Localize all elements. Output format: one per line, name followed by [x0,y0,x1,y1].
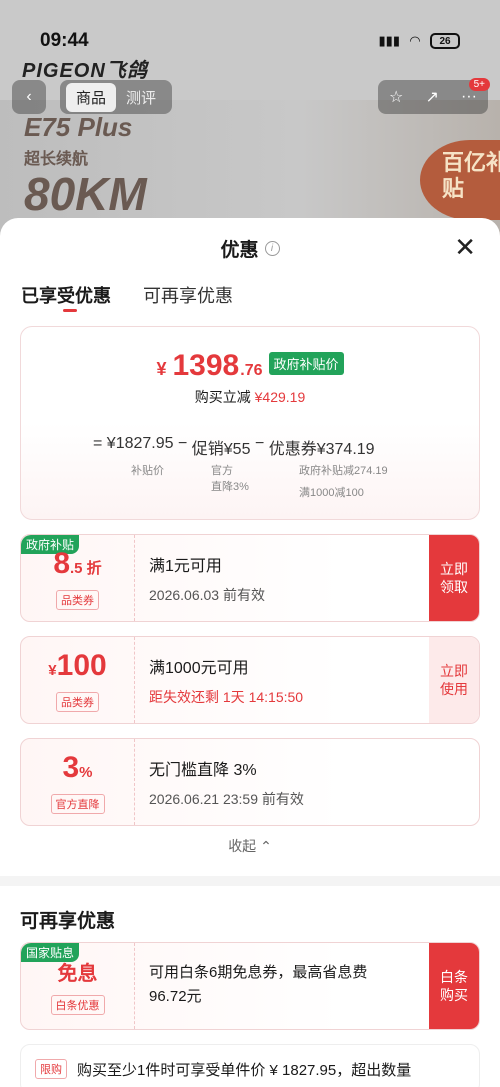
label-official-2: 直降3% [211,481,249,493]
label-gov-reduce: 政府补贴减274.19 [299,465,388,477]
installment-offer-card: 国家贴息 免息 白条优惠 可用白条6期免息券，最高省息费 96.72元 白条购买 [20,942,480,1030]
brand-logo: PIGEON飞鸽 [22,60,148,82]
reduce-value: ¥429.19 [254,389,306,405]
status-time: 09:44 [40,30,89,51]
final-price-integer: 1398 [172,349,240,382]
collapse-button[interactable]: 收起 ⌃ [0,836,500,856]
back-button[interactable]: ‹ [12,80,46,114]
tab-enjoyed[interactable]: 已享受优惠 [21,282,111,318]
promo-slogan: 超长续航 [24,151,89,168]
limit-text: 购买至少1件时可享受单件价 ¥ 1827.95，超出数量 [77,1061,412,1079]
label-full-reduce: 满1000减100 [299,487,364,499]
tab-more[interactable]: 可再享优惠 [143,282,233,318]
offer-big-value: 免息 [57,963,98,985]
offer-desc: 可用白条6期免息券，最高省息费 96.72元 [149,961,367,1009]
currency-symbol: ¥ [156,359,167,379]
favorite-star-icon[interactable]: ☆ [389,87,403,107]
baitiao-buy-button[interactable]: 白条购买 [429,943,479,1029]
coupon-countdown: 距失效还剩 1天 14:15:50 [149,689,304,705]
coupon-validity: 2026.06.03 前有效 [149,587,265,603]
tab-product[interactable]: 商品 [65,82,116,112]
battery-icon: 26 [430,33,460,49]
coupon-type-chip: 官方直降 [50,793,105,814]
coupon-value: 3% 官方直降 [21,739,135,825]
coupon-desc: 满1元可用 2026.06.03 前有效 [149,553,265,609]
final-price-decimal: .76 [240,362,263,379]
status-bar: 09:44 ▮▮▮ ◠ 26 [40,28,460,54]
claim-coupon-button[interactable]: 立即领取 [429,535,479,621]
formula-equals: = [93,435,103,452]
coupon-type-chip: 品类券 [56,691,99,712]
coupon-validity: 2026.06.21 23:59 前有效 [149,791,304,807]
sheet-title: 优惠 [220,239,259,261]
coupon-desc: 满1000元可用 距失效还剩 1天 14:15:50 [149,655,303,711]
discount-sheet: 优惠 i ✕ 已享受优惠 可再享优惠 ¥ 1398 .76 政府补贴价 购买立减… [0,218,500,1087]
formula-minus: − [254,435,265,452]
coupon-card: 3% 官方直降 无门槛直降 3% 2026.06.21 23:59 前有效 [20,738,480,826]
reduce-row: 购买立减 ¥429.19 [21,387,479,407]
promo-range: 80KM [24,168,147,220]
formula-coupon: 优惠券¥374.19 [268,441,375,458]
promo-model: E75 Plus [24,112,133,142]
section-title-more: 可再享优惠 [20,911,116,932]
price-summary-card: ¥ 1398 .76 政府补贴价 购买立减 ¥429.19 = ¥1827.95… [20,326,480,520]
share-icon[interactable]: ↗ [425,87,438,107]
use-coupon-button[interactable]: 立即使用 [429,637,479,723]
coupon-big-value: ¥100 [48,648,107,682]
background-product-page: 09:44 ▮▮▮ ◠ 26 PIGEON飞鸽 ‹ 商品 测评 ☆ ↗ ··· … [0,0,500,240]
sheet-header: 优惠 i ✕ [0,218,500,278]
coupon-big-value: 8.5 折 [53,546,102,580]
final-price-row: ¥ 1398 .76 政府补贴价 [21,349,479,383]
formula-promo: 促销¥55 [191,441,251,458]
tab-review[interactable]: 测评 [116,83,166,112]
gov-subsidy-tag: 政府补贴价 [268,352,344,375]
reduce-label: 购买立减 [194,389,251,405]
promo-text: E75 Plus 超长续航 80KM [24,112,147,219]
coupon-value: 8.5 折 品类券 [21,535,135,621]
coupon-card: 政府补贴 8.5 折 品类券 满1元可用 2026.06.03 前有效 立即领取 [20,534,480,622]
limit-chip: 限购 [35,1059,67,1079]
signal-icon: ▮▮▮ [378,33,400,48]
wifi-icon: ◠ [410,33,420,48]
coupon-value: ¥100 品类券 [21,637,135,723]
offer-line1: 可用白条6期免息券，最高省息费 [149,964,368,981]
section-divider [0,876,500,886]
coupon-big-value: 3% [62,750,93,784]
price-formula: = ¥1827.95 − 促销¥55 − 优惠券¥374.19 [93,435,375,459]
discount-tabs: 已享受优惠 可再享优惠 [0,278,500,318]
coupon-condition: 无门槛直降 3% [149,762,257,779]
message-badge: 5+ [468,78,490,91]
info-icon[interactable]: i [264,240,280,256]
coupon-value: 免息 白条优惠 [21,943,135,1029]
coupon-condition: 满1000元可用 [149,660,249,677]
coupon-condition: 满1元可用 [149,558,222,575]
label-official-1: 官方 [211,465,233,477]
formula-minus: − [177,435,188,452]
product-tabs: 商品 测评 [60,80,172,114]
offer-line2: 96.72元 [149,988,202,1005]
formula-base-price: ¥1827.95 [106,435,174,452]
coupon-desc: 无门槛直降 3% 2026.06.21 23:59 前有效 [149,757,304,813]
coupon-card: ¥100 品类券 满1000元可用 距失效还剩 1天 14:15:50 立即使用 [20,636,480,724]
coupon-type-chip: 品类券 [56,589,99,610]
close-button[interactable]: ✕ [454,234,476,260]
coupon-type-chip: 白条优惠 [50,995,105,1015]
label-subsidy-price: 补贴价 [131,465,164,477]
purchase-limit-note: 限购 购买至少1件时可享受单件价 ¥ 1827.95，超出数量 [20,1044,480,1087]
